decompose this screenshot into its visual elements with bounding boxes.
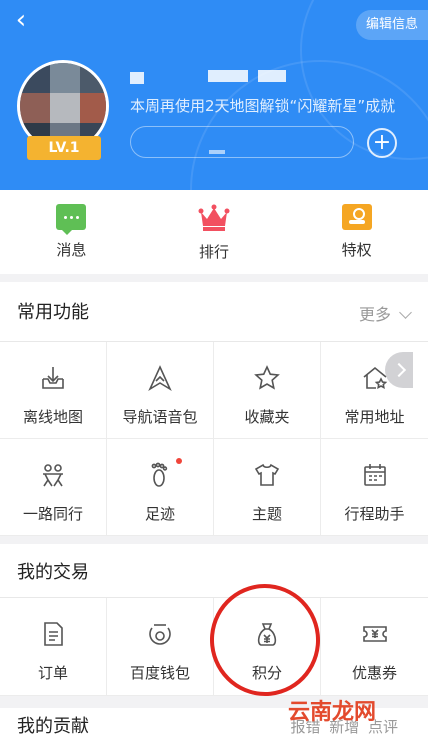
- common-functions-grid: 离线地图 导航语音包 收藏夹 常用地址 一路同行 足迹 主题 行程助手: [0, 342, 428, 536]
- coupon-icon: [362, 626, 387, 642]
- trades-header: 我的交易: [0, 544, 428, 598]
- star-icon: [254, 365, 280, 390]
- privilege-card-icon: [341, 204, 372, 230]
- navigation-arrow-icon: [148, 365, 172, 392]
- more-link[interactable]: 更多: [358, 301, 412, 325]
- function-trip-assistant[interactable]: 行程助手: [321, 439, 428, 536]
- side-expand-handle[interactable]: [385, 352, 413, 388]
- footprint-icon: [151, 462, 168, 487]
- footprint-notification-dot: [176, 458, 182, 464]
- function-label: 行程助手: [344, 505, 405, 523]
- tshirt-icon: [254, 463, 280, 486]
- chevron-down-icon: [399, 306, 412, 319]
- function-favorites[interactable]: 收藏夹: [214, 342, 321, 439]
- section-title: 我的贡献: [17, 716, 89, 737]
- function-travel-together[interactable]: 一路同行: [0, 439, 107, 536]
- function-label: 常用地址: [344, 408, 405, 426]
- trade-coupons[interactable]: 优惠券: [321, 598, 428, 696]
- function-label: 足迹: [144, 505, 175, 523]
- function-label: 导航语音包: [122, 408, 198, 426]
- watermark-logo: 云南龙网: [288, 700, 377, 725]
- back-button[interactable]: ‹: [8, 6, 34, 36]
- function-label: 收藏夹: [244, 408, 290, 426]
- achievement-progress-bar: [130, 126, 354, 158]
- profile-header: ‹ 编辑信息 LV.1 本周再使用2天地图解锁“闪耀新星”成就 +: [0, 0, 428, 190]
- quick-item-messages[interactable]: 消息: [0, 190, 143, 274]
- section-title: 常用功能: [17, 302, 89, 323]
- function-themes[interactable]: 主题: [214, 439, 321, 536]
- quick-item-label: 特权: [341, 241, 372, 259]
- function-offline-map[interactable]: 离线地图: [0, 342, 107, 439]
- trade-label: 优惠券: [351, 664, 397, 682]
- trade-orders[interactable]: 订单: [0, 598, 107, 696]
- function-label: 离线地图: [22, 408, 83, 426]
- download-tray-icon: [42, 367, 64, 389]
- wallet-icon: [149, 624, 171, 645]
- quick-item-label: 消息: [56, 241, 87, 259]
- people-icon: [43, 464, 63, 487]
- level-badge: LV.1: [27, 136, 101, 160]
- quick-item-ranking[interactable]: 排行: [143, 190, 286, 274]
- section-title: 我的交易: [17, 562, 89, 583]
- trade-label: 订单: [37, 664, 68, 682]
- calendar-icon: [363, 464, 386, 486]
- edit-profile-button[interactable]: 编辑信息: [355, 10, 428, 40]
- plus-icon[interactable]: +: [367, 128, 397, 158]
- function-label: 一路同行: [22, 505, 83, 523]
- more-label: 更多: [358, 305, 391, 324]
- common-functions-header: 常用功能 更多: [0, 282, 428, 342]
- trade-baidu-wallet[interactable]: 百度钱包: [107, 598, 214, 696]
- function-label: 主题: [251, 505, 282, 523]
- quick-item-privileges[interactable]: 特权: [285, 190, 428, 274]
- quick-actions: 消息 排行 特权: [0, 190, 428, 274]
- function-voice-pack[interactable]: 导航语音包: [107, 342, 214, 439]
- function-footprints[interactable]: 足迹: [107, 439, 214, 536]
- crown-icon: [198, 204, 230, 231]
- message-icon: [56, 204, 87, 235]
- document-icon: [44, 622, 63, 646]
- achievement-hint: 本周再使用2天地图解锁“闪耀新星”成就: [130, 97, 396, 115]
- trade-label: 百度钱包: [129, 664, 190, 682]
- quick-item-label: 排行: [199, 243, 230, 261]
